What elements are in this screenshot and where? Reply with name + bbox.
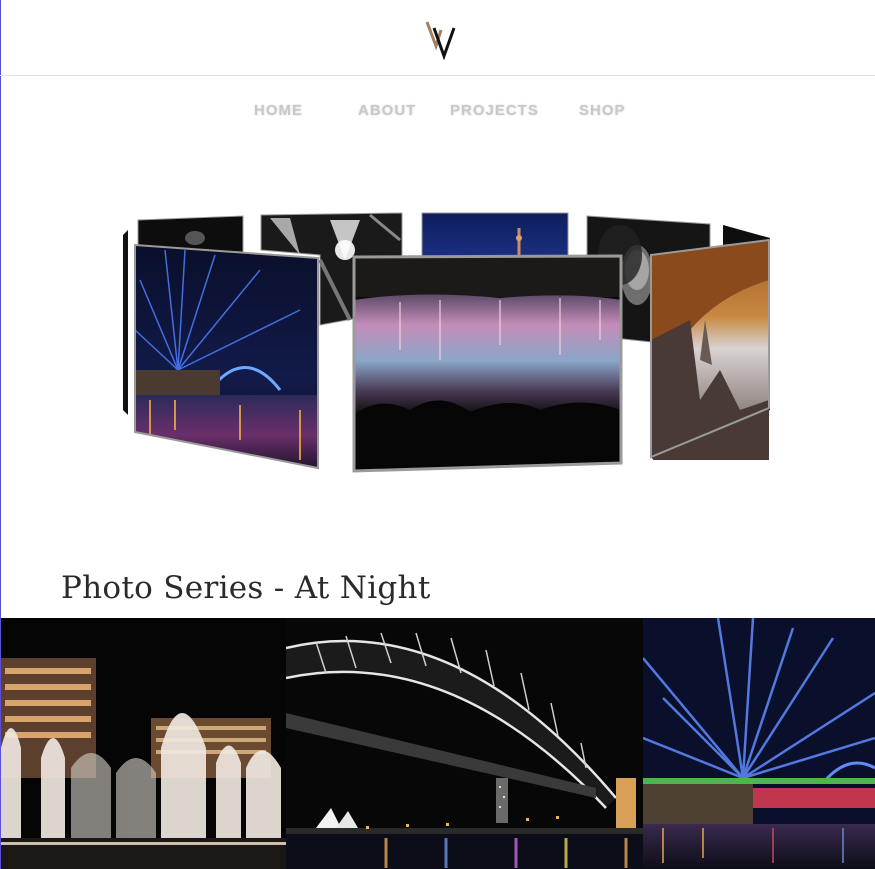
gallery-photo-harbour-bridge[interactable] [286,618,643,869]
carousel-card-sydney-lights[interactable] [134,243,320,475]
image-carousel[interactable] [0,200,875,490]
nav-shop-link[interactable]: SHOP [579,102,626,119]
carousel-card-back-far-left[interactable] [123,230,128,415]
vv-monogram-logo-icon[interactable] [418,16,462,61]
carousel-card-desert-arch[interactable] [650,238,770,460]
gallery-photo-las-vegas-fountains[interactable] [1,618,286,869]
main-nav: HOME ABOUT PROJECTS SHOP [0,102,875,122]
nav-projects-link[interactable]: PROJECTS [450,102,539,119]
photo-gallery [1,618,875,869]
photo-series-title: Photo Series - At Night [61,570,431,606]
carousel-card-niagara-falls[interactable] [352,254,623,473]
carousel-card-tower[interactable] [421,212,569,258]
gallery-photo-light-beams[interactable] [643,618,875,869]
nav-about-link[interactable]: ABOUT [358,102,416,119]
header-divider [0,75,875,76]
nav-home-link[interactable]: HOME [254,102,303,119]
